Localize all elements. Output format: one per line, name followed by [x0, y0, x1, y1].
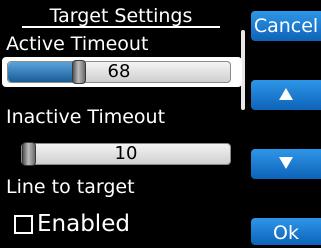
- active-timeout-value: 68: [107, 61, 131, 82]
- enabled-checkbox-row[interactable]: Enabled: [14, 210, 130, 238]
- inactive-timeout-slider[interactable]: 10: [21, 142, 231, 166]
- enabled-checkbox[interactable]: [14, 214, 33, 234]
- active-timeout-label: Active Timeout: [6, 33, 149, 55]
- arrow-down-icon: [279, 157, 293, 169]
- line-to-target-label: Line to target: [6, 176, 135, 198]
- cancel-button[interactable]: Cancel: [251, 11, 321, 41]
- inactive-timeout-value: 10: [114, 143, 138, 164]
- ok-button-label: Ok: [273, 222, 299, 244]
- up-button[interactable]: [251, 80, 321, 110]
- page-title: Target Settings: [22, 6, 220, 28]
- enabled-checkbox-label: Enabled: [37, 211, 130, 237]
- inactive-timeout-label: Inactive Timeout: [6, 106, 166, 128]
- ok-button[interactable]: Ok: [251, 218, 321, 245]
- scrollbar[interactable]: [241, 30, 245, 180]
- arrow-up-icon: [279, 88, 293, 100]
- down-button[interactable]: [251, 149, 321, 179]
- active-timeout-slider[interactable]: 68: [7, 60, 231, 84]
- cancel-button-label: Cancel: [253, 15, 319, 37]
